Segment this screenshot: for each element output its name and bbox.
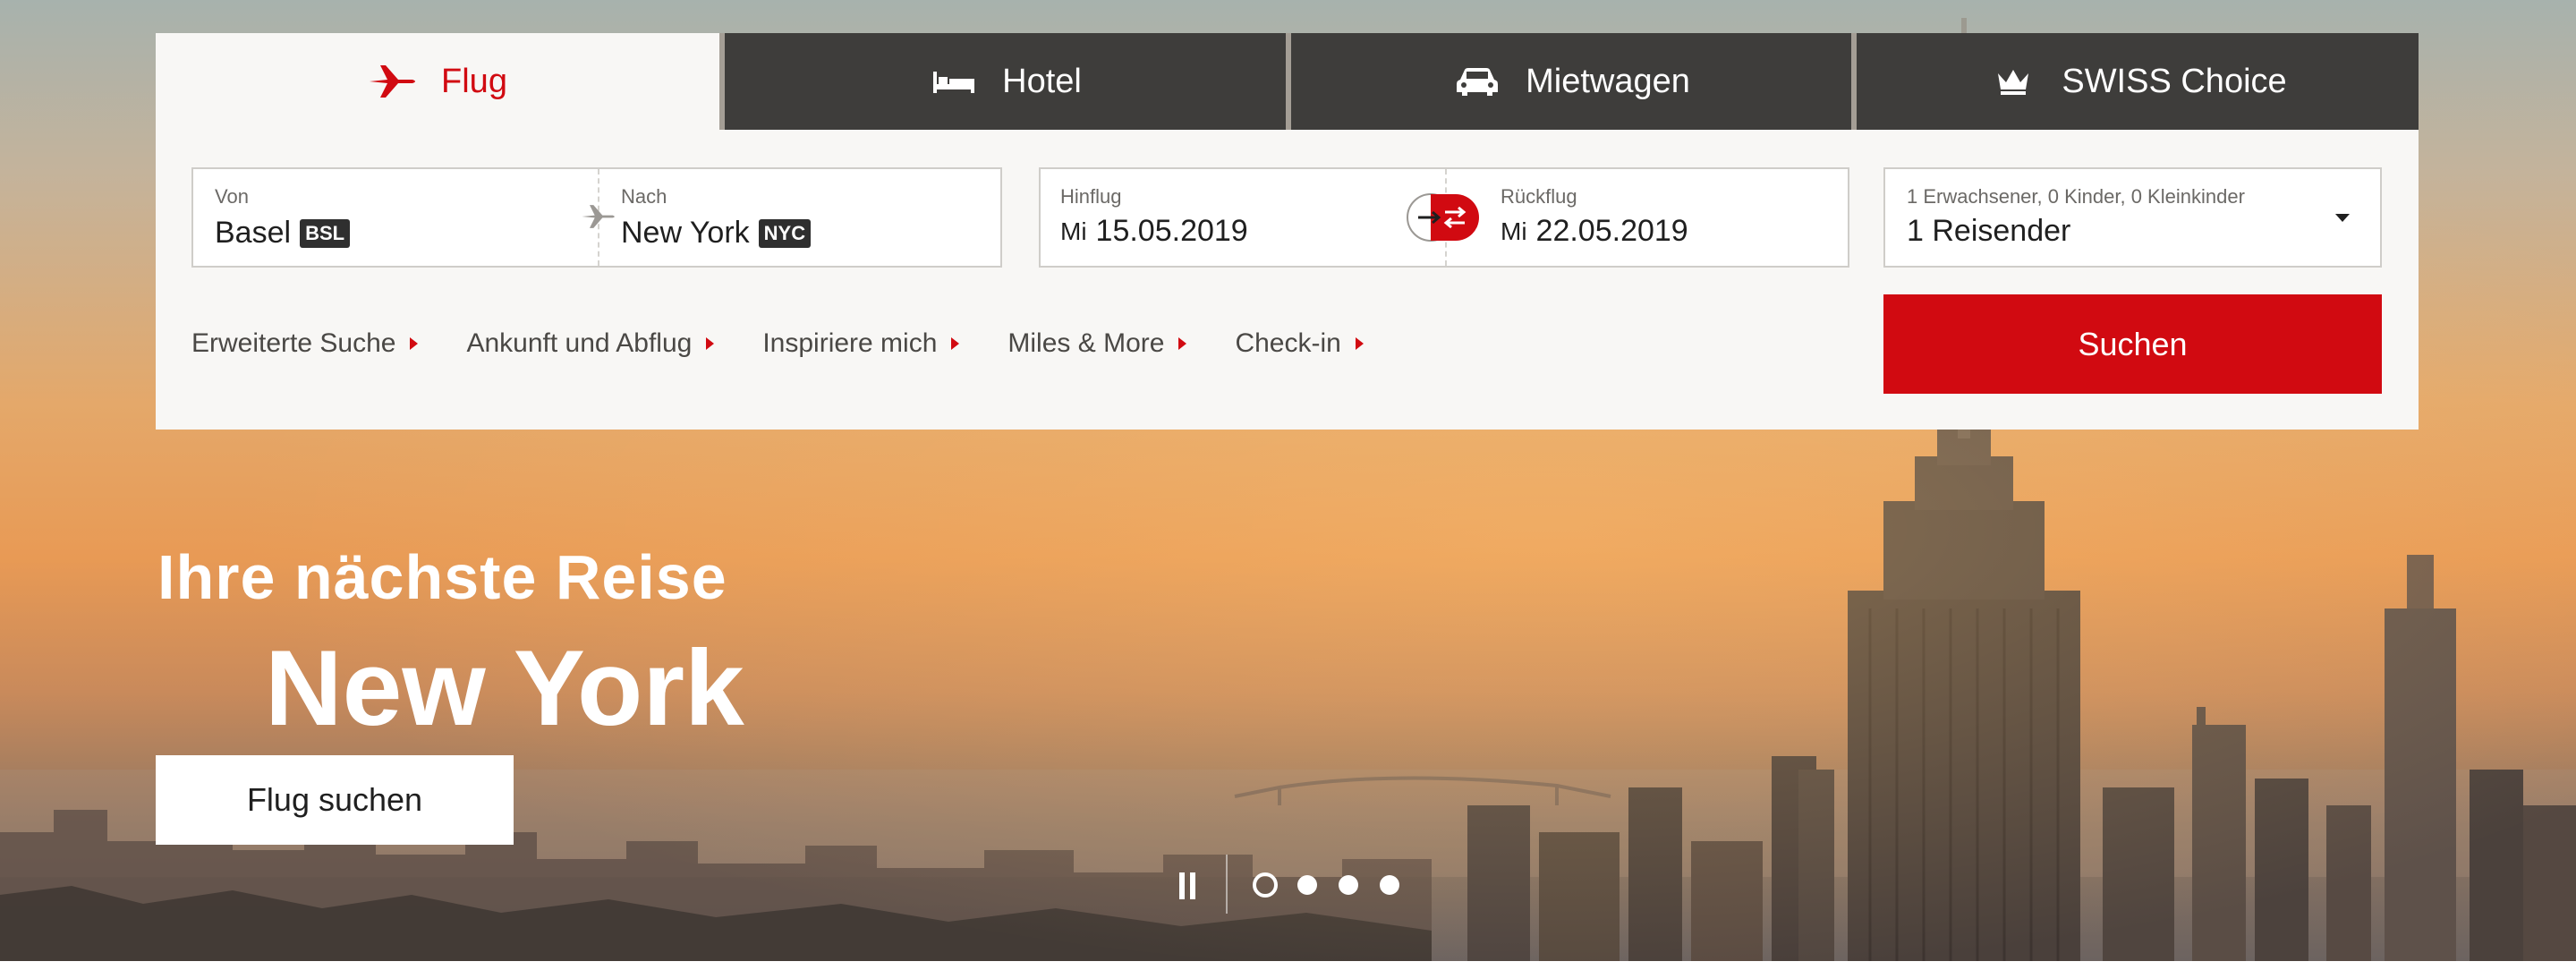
link-advanced-search-label: Erweiterte Suche [191, 328, 396, 358]
link-arrivals-departures[interactable]: Ankunft und Abflug [466, 328, 715, 359]
link-miles-more-label: Miles & More [1007, 328, 1165, 358]
return-label: Rückflug [1501, 185, 1577, 208]
tab-flight[interactable]: Flug [156, 33, 719, 130]
hero-title: New York [265, 628, 744, 748]
link-inspire-me[interactable]: Inspiriere mich [762, 328, 960, 359]
origin-field[interactable]: Von Basel BSL [193, 169, 596, 266]
page-bottom-strip [0, 961, 2576, 970]
destination-airport-code: NYC [758, 218, 812, 248]
chevron-down-icon [2335, 214, 2350, 222]
carousel-separator [1226, 855, 1228, 914]
pause-icon[interactable] [1179, 872, 1203, 899]
return-value: Mi 22.05.2019 [1501, 214, 1688, 249]
passenger-summary: 1 Erwachsener, 0 Kinder, 0 Kleinkinder [1907, 185, 2245, 208]
tab-rental-car-label: Mietwagen [1526, 62, 1690, 100]
booking-tabs: Flug Hotel Mietwagen SWISS Choice [156, 33, 2419, 130]
carousel-dot-4[interactable] [1380, 875, 1399, 895]
origin-value: Basel BSL [215, 216, 351, 251]
outbound-date: 15.05.2019 [1095, 214, 1248, 248]
destination-field[interactable]: Nach New York NYC [601, 169, 1000, 266]
link-advanced-search[interactable]: Erweiterte Suche [191, 328, 419, 359]
dates-field: Hinflug Mi 15.05.2019 Rückflug Mi 22.05.… [1039, 167, 1849, 268]
origin-city: Basel [215, 216, 292, 250]
carousel-dot-2[interactable] [1297, 875, 1317, 895]
passenger-value: 1 Reisender [1907, 214, 2071, 248]
triangle-right-icon [951, 337, 960, 350]
outbound-value: Mi 15.05.2019 [1060, 214, 1248, 249]
link-check-in[interactable]: Check-in [1235, 328, 1364, 359]
tab-hotel[interactable]: Hotel [719, 33, 1286, 130]
link-miles-more[interactable]: Miles & More [1007, 328, 1187, 359]
crown-icon [1988, 64, 2038, 99]
search-flight-button[interactable]: Flug suchen [156, 755, 514, 845]
plane-icon [368, 64, 418, 99]
return-weekday: Mi [1501, 217, 1527, 245]
link-check-in-label: Check-in [1235, 328, 1341, 358]
passenger-select[interactable]: 1 Erwachsener, 0 Kinder, 0 Kleinkinder 1… [1883, 167, 2382, 268]
destination-city: New York [621, 216, 750, 250]
triangle-right-icon [1355, 337, 1364, 350]
tab-hotel-label: Hotel [1002, 62, 1082, 100]
link-arrivals-departures-label: Ankunft und Abflug [466, 328, 693, 358]
carousel-dot-3[interactable] [1339, 875, 1358, 895]
tab-rental-car[interactable]: Mietwagen [1286, 33, 1851, 130]
hero-subtitle: Ihre nächste Reise [157, 542, 727, 612]
return-date: 22.05.2019 [1535, 214, 1688, 248]
origin-label: Von [215, 185, 249, 208]
destination-value: New York NYC [621, 216, 812, 251]
bed-icon [929, 64, 979, 99]
search-links: Erweiterte Suche Ankunft und Abflug Insp… [191, 328, 1412, 359]
outbound-weekday: Mi [1060, 217, 1087, 245]
triangle-right-icon [1178, 337, 1187, 350]
link-inspire-me-label: Inspiriere mich [762, 328, 938, 358]
carousel-dot-1[interactable] [1253, 872, 1278, 898]
outbound-label: Hinflug [1060, 185, 1122, 208]
tab-swiss-choice-label: SWISS Choice [2062, 62, 2287, 100]
booking-panel: Flug Hotel Mietwagen SWISS Choice Von Ba… [156, 33, 2419, 430]
car-icon [1452, 64, 1502, 99]
outbound-date-field[interactable]: Hinflug Mi 15.05.2019 [1041, 169, 1443, 266]
triangle-right-icon [410, 337, 419, 350]
return-date-field[interactable]: Rückflug Mi 22.05.2019 [1449, 169, 1848, 266]
origin-airport-code: BSL [300, 218, 351, 248]
destination-label: Nach [621, 185, 667, 208]
tab-flight-label: Flug [441, 62, 507, 100]
search-button[interactable]: Suchen [1883, 294, 2382, 394]
tab-swiss-choice[interactable]: SWISS Choice [1851, 33, 2419, 130]
triangle-right-icon [706, 337, 715, 350]
route-field: Von Basel BSL Nach New York NYC [191, 167, 1002, 268]
